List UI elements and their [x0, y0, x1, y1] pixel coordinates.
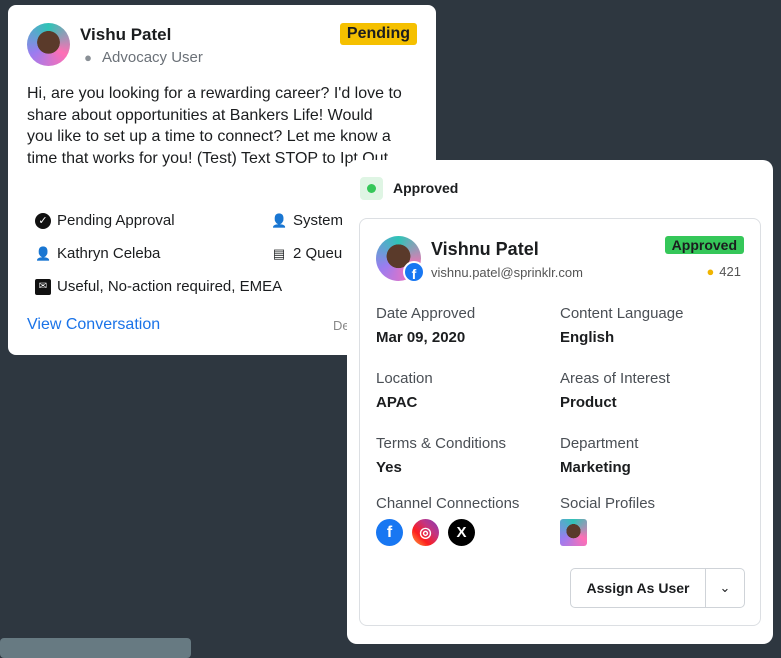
- user-name: Vishnu Patel: [431, 239, 539, 259]
- points: ● 421: [706, 264, 741, 279]
- meta-approval: ✓ Pending Approval: [35, 212, 175, 229]
- field-value: Product: [560, 394, 617, 411]
- field-value: Yes: [376, 459, 402, 476]
- user-email: vishnu.patel@sprinklr.com: [431, 265, 583, 280]
- field-value: APAC: [376, 394, 418, 411]
- system-text: System: [293, 212, 344, 229]
- queues-text: 2 Queu: [293, 245, 343, 262]
- meta-assignee: 👤 Kathryn Celeba: [35, 245, 160, 262]
- user-name: Vishu Patel: [80, 25, 172, 44]
- field-label: Terms & Conditions: [376, 435, 507, 452]
- field-label: Areas of Interest: [560, 370, 671, 387]
- approved-card: Approved f Vishnu Patel vishnu.patel@spr…: [347, 160, 773, 644]
- user-icon: ●: [84, 49, 92, 65]
- status-badge: Pending: [339, 23, 417, 45]
- queue-icon: ▤: [272, 245, 286, 261]
- avatar: [27, 23, 70, 66]
- meta-system: 👤 System: [271, 212, 343, 229]
- user-role: ● Advocacy User: [80, 49, 203, 66]
- approval-text: Pending Approval: [57, 212, 175, 229]
- assign-label[interactable]: Assign As User: [571, 569, 706, 607]
- channel-label: Channel Connections: [376, 495, 520, 512]
- social-label: Social Profiles: [560, 495, 656, 512]
- field-value: English: [560, 329, 615, 346]
- x-icon[interactable]: X: [448, 519, 475, 546]
- profile-card: f Vishnu Patel vishnu.patel@sprinklr.com…: [359, 218, 761, 626]
- field-value: Marketing: [560, 459, 631, 476]
- message-text: Hi, are you looking for a rewarding care…: [27, 85, 402, 168]
- meta-queues: ▤ 2 Queu: [271, 245, 342, 262]
- assign-user-icon: 👤: [35, 245, 52, 261]
- check-circle-icon: ✓: [35, 212, 51, 229]
- points-value: 421: [719, 264, 741, 279]
- instagram-icon[interactable]: ◎: [412, 519, 439, 546]
- role-text: Advocacy User: [102, 49, 203, 66]
- mail-icon: ✉: [35, 278, 51, 295]
- field-label: Content Language: [560, 305, 684, 322]
- view-conversation-link[interactable]: View Conversation: [27, 316, 160, 334]
- field-label: Location: [376, 370, 433, 387]
- meta-tags: ✉ Useful, No-action required, EMEA: [35, 278, 282, 295]
- field-label: Department: [560, 435, 639, 452]
- tags-text: Useful, No-action required, EMEA: [57, 278, 283, 295]
- assign-user-button[interactable]: Assign As User ⌄: [570, 568, 745, 608]
- status-badge: Approved: [664, 236, 744, 254]
- facebook-icon[interactable]: f: [376, 519, 403, 546]
- coins-icon: ●: [706, 264, 715, 279]
- approved-dot-icon: [360, 177, 383, 200]
- assignee-text: Kathryn Celeba: [57, 245, 161, 262]
- approved-header: Approved: [393, 180, 459, 196]
- field-value: Mar 09, 2020: [376, 329, 466, 346]
- facebook-badge-icon: f: [403, 261, 425, 283]
- background-panel: [0, 638, 191, 658]
- field-label: Date Approved: [376, 305, 476, 322]
- person-icon: 👤: [271, 212, 288, 228]
- social-profile-avatar[interactable]: [560, 519, 587, 546]
- chevron-down-icon[interactable]: ⌄: [706, 569, 744, 607]
